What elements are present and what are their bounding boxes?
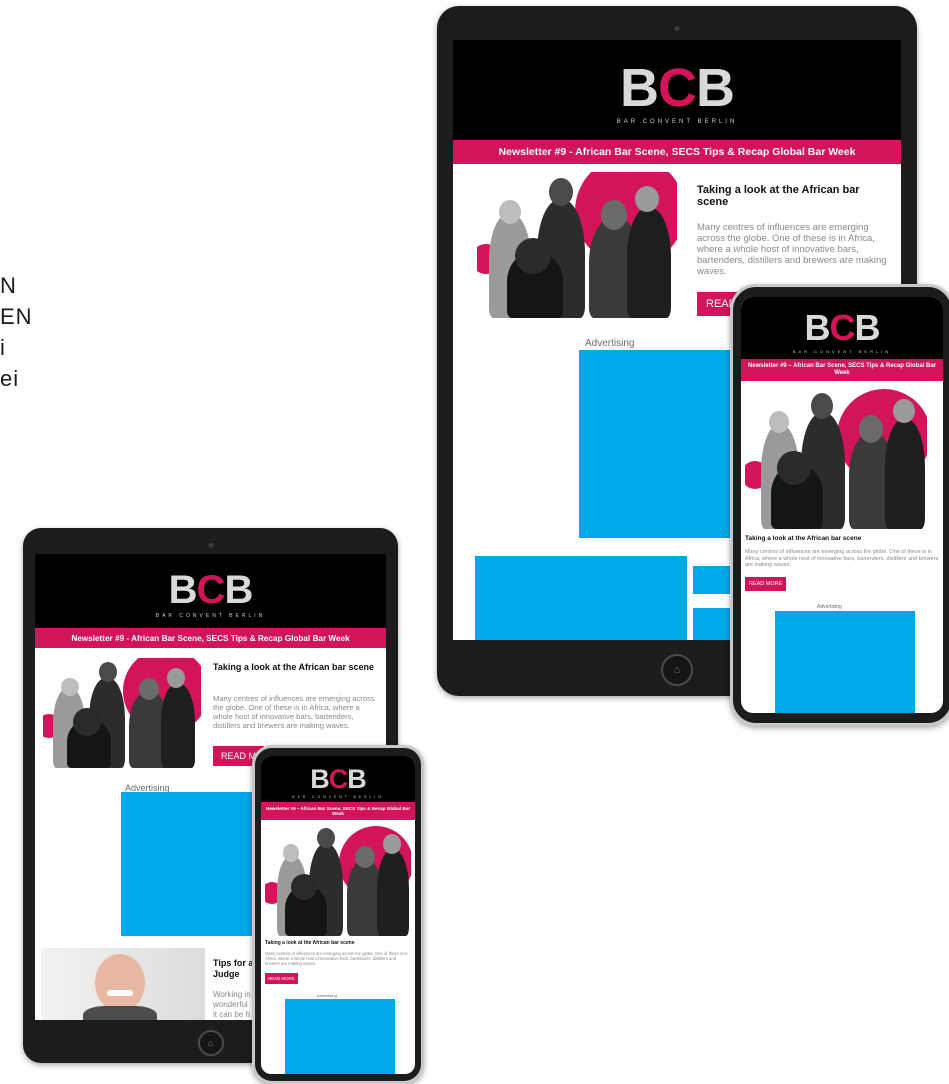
side-text-line: EN xyxy=(0,304,33,329)
tips-body: wonderful xyxy=(213,1000,248,1009)
ad-banner xyxy=(775,611,915,713)
home-icon[interactable]: ⌂ xyxy=(661,654,693,686)
ad-banner xyxy=(121,792,265,936)
article-title: Taking a look at the African bar scene xyxy=(745,535,862,542)
article-photo xyxy=(265,826,411,936)
article-body: Many centres of influences are emerging … xyxy=(265,951,408,966)
bcb-logo: BCB xyxy=(168,567,254,612)
article-title: Taking a look at the African bar scene xyxy=(213,662,375,672)
side-text-line: ei xyxy=(0,366,20,391)
side-text-line: i xyxy=(0,335,6,360)
read-more-button[interactable]: READ MORE xyxy=(265,973,298,984)
tips-title: Tips for a xyxy=(213,958,254,968)
article-photo xyxy=(745,389,927,529)
newsletter-banner: Newsletter #9 – African Bar Scene, SECS … xyxy=(741,359,943,381)
newsletter-header: BCB BAR CONVENT BERLIN xyxy=(261,756,415,802)
read-more-button[interactable]: READ MORE xyxy=(745,577,787,591)
phone-large: BCB BAR CONVENT BERLIN Newsletter #9 – A… xyxy=(730,284,949,726)
article-photo xyxy=(477,172,677,318)
ad-banner xyxy=(285,999,395,1074)
logo-subtitle: BAR CONVENT BERLIN xyxy=(616,119,738,125)
article-body: Many centres of influences are emerging … xyxy=(697,222,887,277)
advertising-label: Advertising xyxy=(817,604,842,610)
newsletter-banner: Newsletter #9 - African Bar Scene, SECS … xyxy=(453,140,901,164)
home-icon[interactable]: ⌂ xyxy=(197,1030,224,1056)
newsletter-header: BCB BAR CONVENT BERLIN xyxy=(35,554,386,628)
newsletter-banner: Newsletter #9 – African Bar Scene, SECS … xyxy=(261,802,415,820)
advertising-label: Advertising xyxy=(585,338,635,349)
camera-icon xyxy=(674,26,680,31)
article-title: Taking a look at the African bar scene xyxy=(265,940,355,946)
advertising-label: Advertising xyxy=(317,993,337,998)
article-photo xyxy=(43,658,201,768)
article-title: Taking a look at the African bar scene xyxy=(697,184,860,208)
bcb-logo: BCB xyxy=(804,307,881,348)
tips-photo xyxy=(41,948,205,1020)
newsletter-header: BCB BAR CONVENT BERLIN xyxy=(453,40,901,140)
camera-icon xyxy=(208,543,213,548)
logo-subtitle: BAR CONVENT BERLIN xyxy=(155,612,266,619)
bcb-logo: BCB xyxy=(620,58,735,118)
newsletter-banner: Newsletter #9 - African Bar Scene, SECS … xyxy=(35,628,386,648)
phone-small-screen: BCB BAR CONVENT BERLIN Newsletter #9 – A… xyxy=(261,756,415,1074)
side-text-line: N xyxy=(0,273,17,298)
tips-body: it can be h xyxy=(213,1010,250,1019)
bcb-logo: BCB xyxy=(310,763,366,794)
side-text: N EN i ei xyxy=(0,270,33,394)
tips-title-line2: Judge xyxy=(213,969,240,979)
newsletter-header: BCB BAR CONVENT BERLIN xyxy=(741,297,943,359)
tips-body: Working in xyxy=(213,990,251,999)
logo-subtitle: BAR CONVENT BERLIN xyxy=(292,794,384,799)
phone-small: BCB BAR CONVENT BERLIN Newsletter #9 – A… xyxy=(252,745,424,1084)
article-body: Many centres of influences are emerging … xyxy=(745,549,939,568)
logo-subtitle: BAR CONVENT BERLIN xyxy=(792,349,892,354)
phone-large-screen: BCB BAR CONVENT BERLIN Newsletter #9 – A… xyxy=(741,297,943,713)
ad-banner xyxy=(475,556,687,640)
article-body: Many centres of influences are emerging … xyxy=(213,694,375,730)
